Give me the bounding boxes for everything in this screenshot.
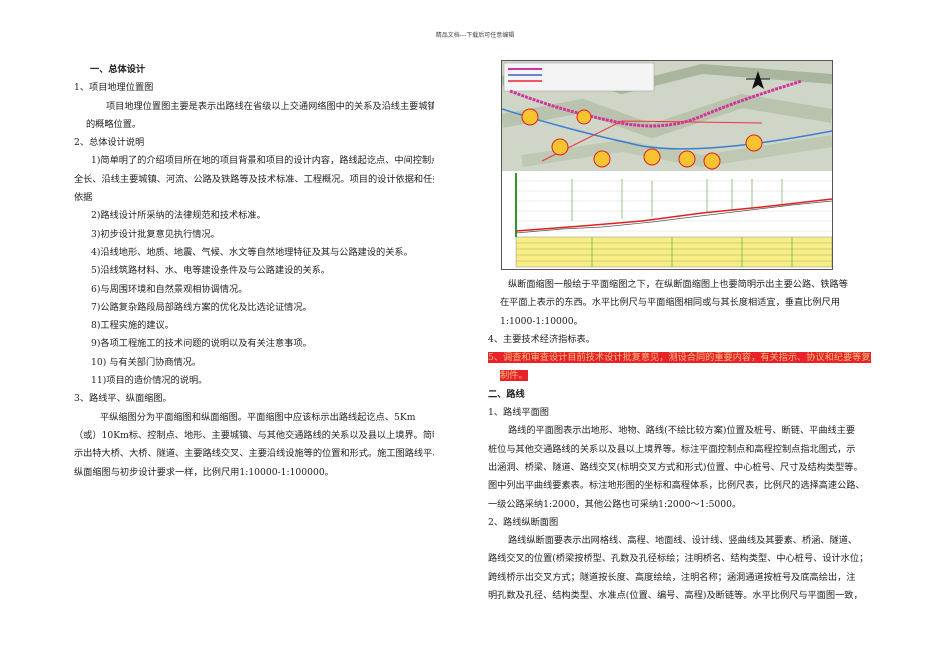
text-line-content: 出涵洞、桥梁、隧道、路线交叉(标明交叉方式和形式)位置、中心桩号、尺寸及结构类型… xyxy=(488,461,863,473)
text-line-content: 1、路线平面图 xyxy=(488,407,549,419)
text-line-content: 11)项目的造价情况的说明。 xyxy=(91,375,208,387)
text-line: 3、路线平、纵面缩图。 xyxy=(74,390,434,408)
text-line: 制件。 xyxy=(488,367,880,385)
right-column: 纵断面缩图一般绘于平面缩图之下，在纵断面缩图上也要简明示出主要公路、铁路等在平面… xyxy=(488,276,880,605)
text-line: 在平面上表示的东西。水平比例尺与平面缩图相同或与其长度相适宜，垂直比例尺用 xyxy=(488,294,880,312)
text-line-content: （或）10Km标、控制点、地形、主要城镇、与其他交通路线的关系以及县以上境界。简… xyxy=(74,429,434,441)
text-line: 全长、沿线主要城镇、河流、公路及铁路等及技术标准、工程概况。项目的设计依据和任务 xyxy=(74,171,434,189)
text-line-content: 4)沿线地形、地质、地震、气候、水文等自然地理特征及其与公路建设的关系。 xyxy=(91,246,413,258)
text-line: 出涵洞、桥梁、隧道、路线交叉(标明交叉方式和形式)位置、中心桩号、尺寸及结构类型… xyxy=(488,459,880,477)
text-line-content: 平纵缩图分为平面缩图和纵面缩图。平面缩图中应该标示出路线起讫点、5Km xyxy=(100,411,416,423)
text-line: 纵面缩图与初步设计要求一样，比例尺用1:10000-1:100000。 xyxy=(74,464,434,482)
text-line-content: 一、总体设计 xyxy=(90,64,146,75)
route-plan-profile-illustration xyxy=(502,61,832,269)
text-line: 路线交叉的位置(桥梁按桥型、孔数及孔径标绘；注明桥名、结构类型、中心桩号、设计水… xyxy=(488,550,880,568)
route-plan-profile-figure xyxy=(501,60,833,270)
text-line-content: 图中列出平曲线要素表。标注地形图的坐标和高程体系，比例尺表，比例尺的选择高速公路… xyxy=(488,480,865,492)
text-line: 路线的平面图表示出地形、地物、路线(不绘比较方案)位置及桩号、断链、平曲线主要 xyxy=(488,422,880,440)
text-line-content: 2)路线设计所采纳的法律规范和技术标准。 xyxy=(91,210,266,222)
structure-marker xyxy=(745,134,763,152)
text-line: 1、项目地理位置图 xyxy=(74,79,434,97)
text-line-content: 1、项目地理位置图 xyxy=(74,82,154,94)
text-line-content: 纵断面缩图一般绘于平面缩图之下，在纵断面缩图上也要简明示出主要公路、铁路等 xyxy=(508,279,848,290)
structure-marker xyxy=(643,148,661,166)
text-line-content: 在平面上表示的东西。水平比例尺与平面缩图相同或与其长度相适宜，垂直比例尺用 xyxy=(500,297,840,309)
legend-box xyxy=(503,62,655,92)
text-line: 10) 与有关部门协商情况。 xyxy=(74,354,434,372)
text-line-content: 示出特大桥、大桥、隧道、主要路线交叉、主要沿线设施等的位置和形式。施工图路线平、 xyxy=(74,448,434,460)
text-line-content: 7)公路复杂路段局部路线方案的优化及比选论证情况。 xyxy=(91,301,312,313)
text-line-content: 全长、沿线主要城镇、河流、公路及铁路等及技术标准、工程概况。项目的设计依据和任务 xyxy=(74,173,434,185)
text-line: （或）10Km标、控制点、地形、主要城镇、与其他交通路线的关系以及县以上境界。简… xyxy=(74,427,434,445)
text-line-content: 1:1000-1:10000。 xyxy=(500,315,583,327)
text-line-content: 项目地理位置图主要是表示出路线在省级以上交通网络图中的关系及沿线主要城镇等 xyxy=(106,100,434,112)
text-line: 5)沿线筑路材料、水、电等建设条件及与公路建设的关系。 xyxy=(74,262,434,280)
text-line: 8)工程实施的建议。 xyxy=(74,317,434,335)
text-line: 一级公路采纳1:2000，其他公路也可采纳1:2000～1:5000。 xyxy=(488,496,880,514)
page-header: 精品文档---下载后可任意编辑 xyxy=(435,32,515,39)
text-line-content: 路线交叉的位置(桥梁按桥型、孔数及孔径标绘；注明桥名、结构类型、中心桩号、设计水… xyxy=(488,553,869,565)
text-line-content: 5、调查和审查设计目前技术设计批复意见，测设合同的重要内容，有关指示、协议和纪要… xyxy=(488,352,871,364)
text-line-content: 5)沿线筑路材料、水、电等建设条件及与公路建设的关系。 xyxy=(91,265,331,277)
text-line: 示出特大桥、大桥、隧道、主要路线交叉、主要沿线设施等的位置和形式。施工图路线平、 xyxy=(74,445,434,463)
structure-marker xyxy=(678,150,696,168)
text-line: 项目地理位置图主要是表示出路线在省级以上交通网络图中的关系及沿线主要城镇等 xyxy=(74,98,434,116)
text-line: 纵断面缩图一般绘于平面缩图之下，在纵断面缩图上也要简明示出主要公路、铁路等 xyxy=(488,276,880,294)
text-line: 11)项目的造价情况的说明。 xyxy=(74,372,434,390)
text-line-content: 路线的平面图表示出地形、地物、路线(不绘比较方案)位置及桩号、断链、平曲线主要 xyxy=(508,425,856,437)
text-line-content: 桩位与其他交通路线的关系以及县以上境界等。标注平面控制点和高程控制点指北图式，示 xyxy=(488,443,856,455)
text-line-content: 二、路线 xyxy=(488,388,525,400)
text-line: 跨线桥示出交叉方式；隧道按长度、高度绘绘，注明名称；涵洞通道按桩号及底高绘出，注 xyxy=(488,569,880,587)
text-line: 2)路线设计所采纳的法律规范和技术标准。 xyxy=(74,207,434,225)
text-line-content: 的概略位置。 xyxy=(86,118,142,130)
text-line-content: 纵面缩图与初步设计要求一样，比例尺用1:10000-1:100000。 xyxy=(74,466,334,478)
structure-marker xyxy=(703,152,721,170)
text-line: 1)简单明了的介绍项目所在地的项目背景和项目的设计内容，路线起讫点、中间控制点、 xyxy=(74,152,434,170)
text-line: 1、路线平面图 xyxy=(488,404,880,422)
text-line: 2、路线纵断面图 xyxy=(488,514,880,532)
text-line-content: 2、路线纵断面图 xyxy=(488,516,559,528)
text-line: 4)沿线地形、地质、地震、气候、水文等自然地理特征及其与公路建设的关系。 xyxy=(74,244,434,262)
text-line-content: 3)初步设计批复意见执行情况。 xyxy=(91,228,220,240)
text-line: 明孔数及孔径、结构类型、水准点(位置、编号、高程)及断链等。水平比例尺与平面图一… xyxy=(488,587,880,605)
text-line: 依据 xyxy=(74,189,434,207)
text-line: 3)初步设计批复意见执行情况。 xyxy=(74,226,434,244)
text-line: 平纵缩图分为平面缩图和纵面缩图。平面缩图中应该标示出路线起讫点、5Km xyxy=(74,409,434,427)
text-line-content: 2、总体设计说明 xyxy=(74,137,145,149)
text-line-content: 跨线桥示出交叉方式；隧道按长度、高度绘绘，注明名称；涵洞通道按桩号及底高绘出，注 xyxy=(488,571,856,583)
text-line: 6)与周围环境和自然景观相协调情况。 xyxy=(74,281,434,299)
structure-marker xyxy=(593,150,611,168)
section-heading: 一、总体设计 xyxy=(74,61,434,79)
text-line: 5、调查和审查设计目前技术设计批复意见，测设合同的重要内容，有关指示、协议和纪要… xyxy=(488,349,880,367)
text-line: 1:1000-1:10000。 xyxy=(488,313,880,331)
text-line: 图中列出平曲线要素表。标注地形图的坐标和高程体系，比例尺表，比例尺的选择高速公路… xyxy=(488,477,880,495)
structure-marker xyxy=(551,138,569,156)
text-line-content: 4、主要技术经济指标表。 xyxy=(488,333,595,345)
text-line-content: 3、路线平、纵面缩图。 xyxy=(74,393,172,405)
text-line-content: 10) 与有关部门协商情况。 xyxy=(91,356,202,368)
text-line-content: 明孔数及孔径、结构类型、水准点(位置、编号、高程)及断链等。水平比例尺与平面图一… xyxy=(488,590,863,602)
text-line: 的概略位置。 xyxy=(74,116,434,134)
text-line-content: 依据 xyxy=(74,192,93,204)
text-line-content: 9)各项工程施工的技术问题的说明以及有关注意事项。 xyxy=(91,338,312,350)
text-line: 7)公路复杂路段局部路线方案的优化及比选论证情况。 xyxy=(74,299,434,317)
left-column: 一、总体设计 1、项目地理位置图项目地理位置图主要是表示出路线在省级以上交通网络图… xyxy=(74,61,434,482)
structure-marker xyxy=(521,108,539,126)
text-line-content: 1)简单明了的介绍项目所在地的项目背景和项目的设计内容，路线起讫点、中间控制点、 xyxy=(91,155,434,167)
profile-data-table xyxy=(515,236,832,268)
text-line: 4、主要技术经济指标表。 xyxy=(488,331,880,349)
text-line-content: 6)与周围环境和自然景观相协调情况。 xyxy=(91,283,248,295)
text-line-content: 一级公路采纳1:2000，其他公路也可采纳1:2000～1:5000。 xyxy=(488,498,742,510)
structure-marker xyxy=(576,109,592,125)
text-line-content: 制件。 xyxy=(500,370,528,382)
section-heading: 二、路线 xyxy=(488,386,880,404)
text-line-content: 8)工程实施的建议。 xyxy=(91,320,174,332)
text-line: 桩位与其他交通路线的关系以及县以上境界等。标注平面控制点和高程控制点指北图式，示 xyxy=(488,441,880,459)
text-line: 路线纵断面要表示出网格线、高程、地面线、设计线、竖曲线及其要素、桥涵、隧道、 xyxy=(488,532,880,550)
text-line: 2、总体设计说明 xyxy=(74,134,434,152)
text-line-content: 路线纵断面要表示出网格线、高程、地面线、设计线、竖曲线及其要素、桥涵、隧道、 xyxy=(508,535,858,547)
text-line: 9)各项工程施工的技术问题的说明以及有关注意事项。 xyxy=(74,335,434,353)
